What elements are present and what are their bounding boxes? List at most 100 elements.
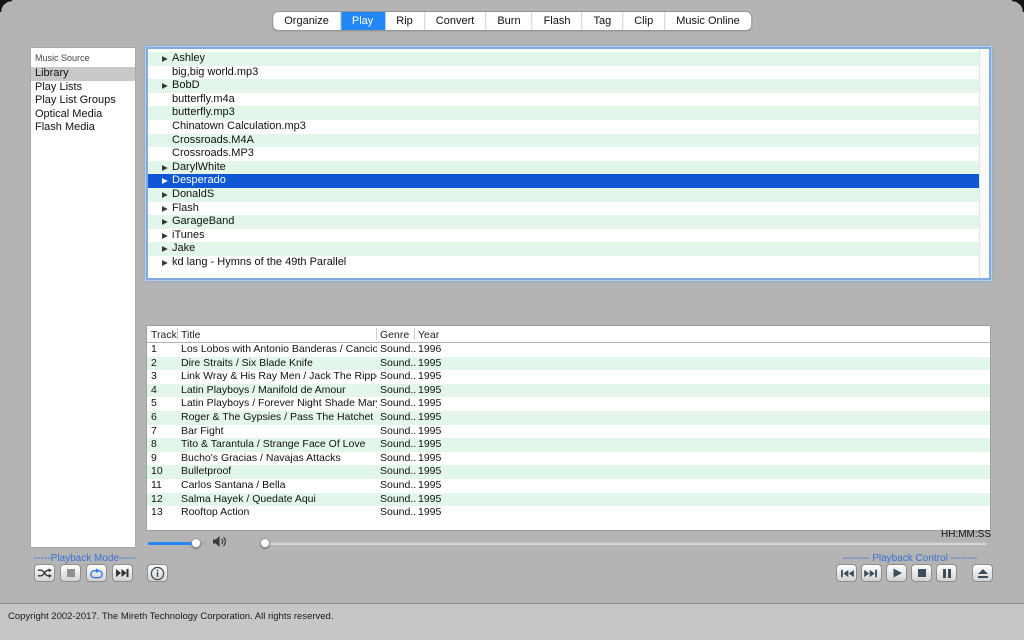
disclosure-triangle-icon[interactable]: ▶ xyxy=(162,242,172,256)
track-row[interactable]: 6Roger & The Gypsies / Pass The HatchetS… xyxy=(147,411,990,425)
info-button[interactable] xyxy=(147,564,168,582)
tab-burn[interactable]: Burn xyxy=(486,12,532,30)
sidebar-item-flash-media[interactable]: Flash Media xyxy=(31,121,135,135)
track-row[interactable]: 7Bar FightSound...1995 xyxy=(147,425,990,439)
tree-row[interactable]: ▶Ashley xyxy=(148,52,979,66)
disclosure-triangle-icon[interactable]: ▶ xyxy=(162,161,172,175)
column-header-title[interactable]: Title xyxy=(181,329,200,341)
repeat-button[interactable] xyxy=(86,564,107,582)
cell-genre: Sound... xyxy=(380,452,416,466)
pause-button[interactable] xyxy=(936,564,957,582)
shuffle-button[interactable] xyxy=(34,564,55,582)
cell-title: Rooftop Action xyxy=(181,506,377,520)
cell-genre: Sound... xyxy=(380,479,416,493)
tree-row-label: butterfly.m4a xyxy=(172,93,235,107)
previous-button[interactable] xyxy=(836,564,857,582)
progress-slider-thumb[interactable] xyxy=(260,538,270,548)
tab-bar: OrganizePlayRipConvertBurnFlashTagClipMu… xyxy=(273,12,751,30)
cell-year: 1995 xyxy=(418,411,478,425)
tab-organize[interactable]: Organize xyxy=(273,12,341,30)
vertical-scrollbar[interactable] xyxy=(979,49,989,278)
sidebar-item-optical-media[interactable]: Optical Media xyxy=(31,108,135,122)
volume-slider-fill xyxy=(148,542,196,546)
tree-row[interactable]: ▶BobD xyxy=(148,79,979,93)
track-row[interactable]: 10BulletproofSound...1995 xyxy=(147,465,990,479)
tree-row[interactable]: ▶DonaldS xyxy=(148,188,979,202)
tab-play[interactable]: Play xyxy=(341,12,385,30)
cell-track: 13 xyxy=(151,506,177,520)
track-row[interactable]: 5Latin Playboys / Forever Night Shade Ma… xyxy=(147,397,990,411)
disclosure-triangle-icon[interactable]: ▶ xyxy=(162,52,172,66)
tree-row[interactable]: Chinatown Calculation.mp3 xyxy=(148,120,979,134)
volume-slider[interactable] xyxy=(148,537,206,549)
track-row[interactable]: 1Los Lobos with Antonio Banderas / Canci… xyxy=(147,343,990,357)
next-button[interactable] xyxy=(861,564,882,582)
column-header-genre[interactable]: Genre xyxy=(380,329,409,341)
disclosure-triangle-icon[interactable]: ▶ xyxy=(162,188,172,202)
tab-flash[interactable]: Flash xyxy=(533,12,583,30)
tab-tag[interactable]: Tag xyxy=(582,12,623,30)
track-row[interactable]: 13Rooftop ActionSound...1995 xyxy=(147,506,990,520)
track-row[interactable]: 12Salma Hayek / Quedate AquiSound...1995 xyxy=(147,493,990,507)
play-all-button[interactable] xyxy=(112,564,133,582)
cell-year: 1995 xyxy=(418,479,478,493)
tab-rip[interactable]: Rip xyxy=(385,12,425,30)
tree-row[interactable]: butterfly.m4a xyxy=(148,93,979,107)
cell-year: 1995 xyxy=(418,397,478,411)
column-header-year[interactable]: Year xyxy=(418,329,439,341)
cell-title: Bucho's Gracias / Navajas Attacks xyxy=(181,452,377,466)
cell-track: 7 xyxy=(151,425,177,439)
tree-row[interactable]: butterfly.mp3 xyxy=(148,106,979,120)
column-header-track[interactable]: Track xyxy=(151,329,177,341)
column-divider[interactable] xyxy=(414,328,415,340)
disclosure-triangle-icon[interactable]: ▶ xyxy=(162,79,172,93)
tree-row-label: butterfly.mp3 xyxy=(172,106,235,120)
tab-clip[interactable]: Clip xyxy=(623,12,665,30)
track-row[interactable]: 4Latin Playboys / Manifold de AmourSound… xyxy=(147,384,990,398)
tab-music-online[interactable]: Music Online xyxy=(665,12,751,30)
track-row[interactable]: 9Bucho's Gracias / Navajas AttacksSound.… xyxy=(147,452,990,466)
disclosure-triangle-icon[interactable]: ▶ xyxy=(162,215,172,229)
column-divider[interactable] xyxy=(177,328,178,340)
cell-year: 1995 xyxy=(418,465,478,479)
cell-track: 3 xyxy=(151,370,177,384)
cell-genre: Sound... xyxy=(380,397,416,411)
tree-row[interactable]: Crossroads.M4A xyxy=(148,134,979,148)
track-row[interactable]: 3Link Wray & His Ray Men / Jack The Ripp… xyxy=(147,370,990,384)
progress-slider-track[interactable] xyxy=(260,542,987,546)
cell-title: Latin Playboys / Manifold de Amour xyxy=(181,384,377,398)
track-row[interactable]: 11Carlos Santana / BellaSound...1995 xyxy=(147,479,990,493)
eject-button[interactable] xyxy=(972,564,993,582)
progress-slider[interactable] xyxy=(260,537,987,549)
tree-row[interactable]: ▶kd lang - Hymns of the 49th Parallel xyxy=(148,256,979,270)
stop-button[interactable] xyxy=(911,564,932,582)
track-row[interactable]: 8Tito & Tarantula / Strange Face Of Love… xyxy=(147,438,990,452)
tree-row[interactable]: ▶Flash xyxy=(148,202,979,216)
column-divider[interactable] xyxy=(376,328,377,340)
tree-row[interactable]: Crossroads.MP3 xyxy=(148,147,979,161)
tree-row[interactable]: ▶iTunes xyxy=(148,229,979,243)
play-once-button[interactable] xyxy=(60,564,81,582)
sidebar-item-library[interactable]: Library xyxy=(31,67,135,81)
disclosure-triangle-icon[interactable]: ▶ xyxy=(162,202,172,216)
cell-genre: Sound... xyxy=(380,411,416,425)
sidebar-item-play-list-groups[interactable]: Play List Groups xyxy=(31,94,135,108)
track-row[interactable]: 2Dire Straits / Six Blade KnifeSound...1… xyxy=(147,357,990,371)
disclosure-triangle-icon[interactable]: ▶ xyxy=(162,229,172,243)
volume-slider-thumb[interactable] xyxy=(191,538,201,548)
tree-row[interactable]: ▶Jake xyxy=(148,242,979,256)
tree-row-label: Desperado xyxy=(172,174,226,188)
copyright-text: Copyright 2002-2017. The Mireth Technolo… xyxy=(8,611,333,622)
disclosure-triangle-icon[interactable]: ▶ xyxy=(162,174,172,188)
tree-row[interactable]: ▶DarylWhite xyxy=(148,161,979,175)
tree-row[interactable]: ▶GarageBand xyxy=(148,215,979,229)
play-icon xyxy=(891,567,903,579)
tree-row[interactable]: big,big world.mp3 xyxy=(148,66,979,80)
sidebar-item-play-lists[interactable]: Play Lists xyxy=(31,81,135,95)
play-button[interactable] xyxy=(886,564,907,582)
cell-year: 1995 xyxy=(418,425,478,439)
tree-row[interactable]: ▶Desperado xyxy=(148,174,979,188)
tab-convert[interactable]: Convert xyxy=(425,12,487,30)
stop-square-icon xyxy=(66,568,76,578)
disclosure-triangle-icon[interactable]: ▶ xyxy=(162,256,172,270)
